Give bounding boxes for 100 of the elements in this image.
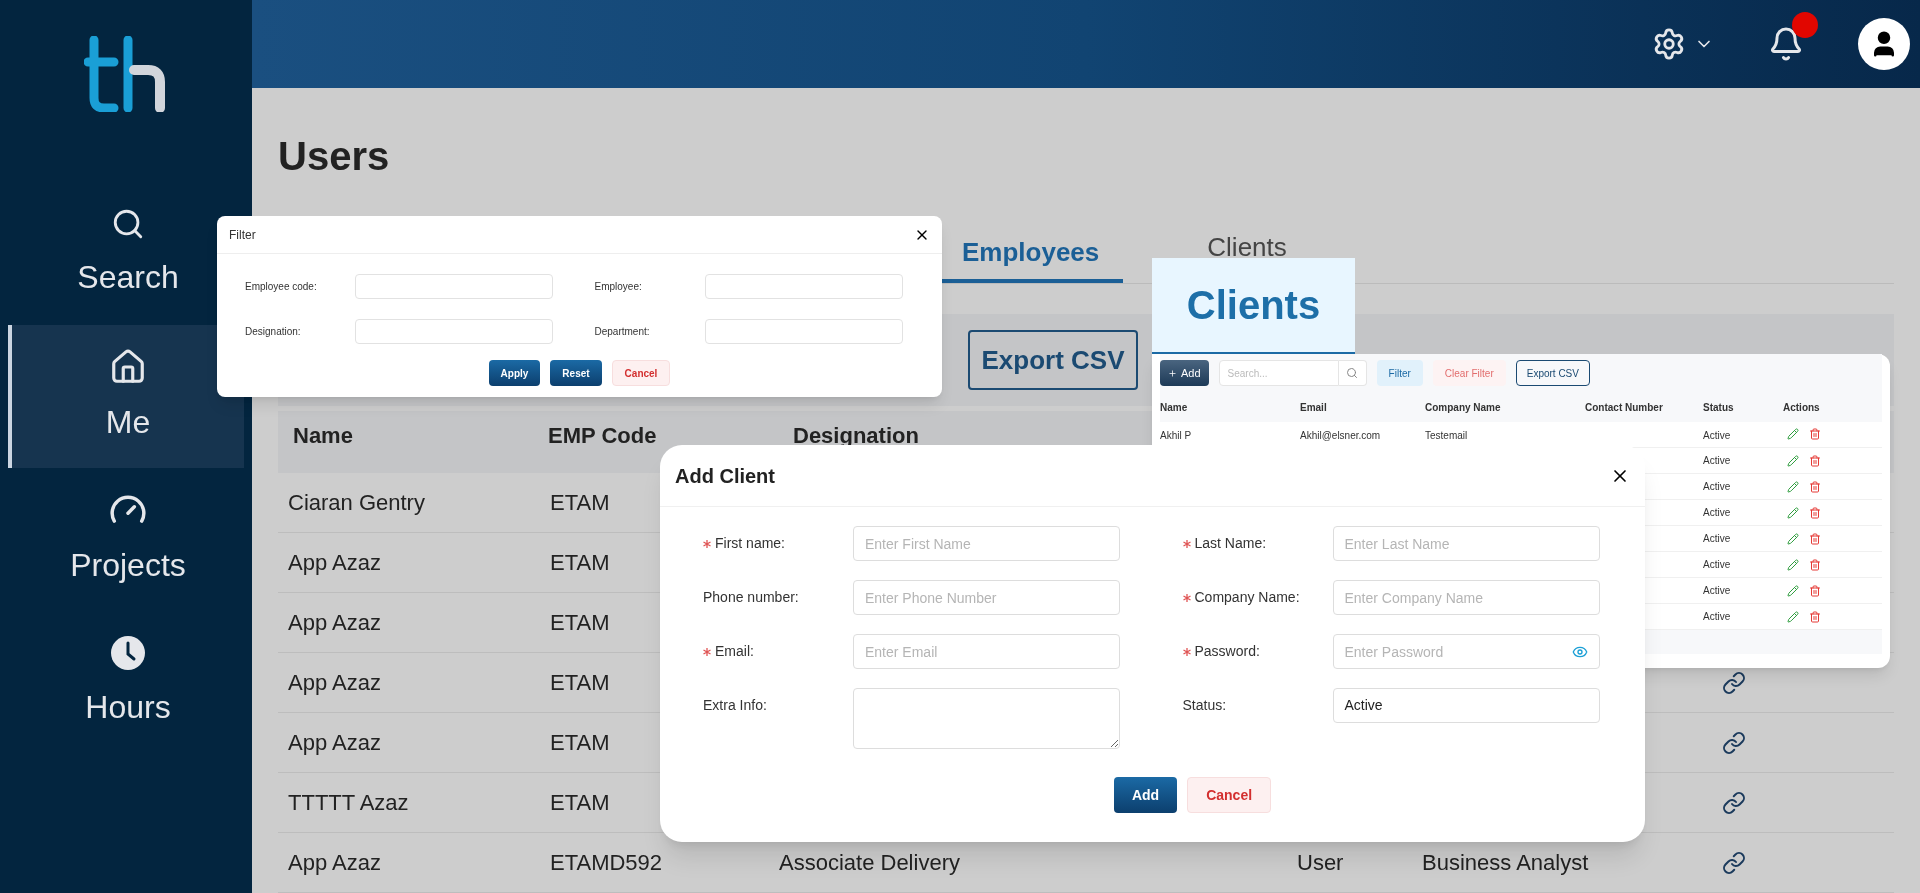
table-cell-text: ETAM xyxy=(549,789,611,817)
delete-icon[interactable] xyxy=(1809,584,1821,597)
delete-icon[interactable] xyxy=(1809,558,1821,571)
status-select[interactable]: Active xyxy=(1332,688,1600,723)
clients-heading: Clients xyxy=(1186,282,1321,329)
link-icon[interactable] xyxy=(1722,850,1746,875)
input-field[interactable] xyxy=(704,319,903,344)
input-field[interactable]: Enter Company Name xyxy=(1332,580,1600,615)
avatar-button[interactable] xyxy=(1858,18,1910,70)
table-cell-text: App Azaz xyxy=(287,669,382,697)
plus-icon xyxy=(1168,368,1177,378)
edit-icon[interactable] xyxy=(1787,454,1799,467)
edit-icon[interactable] xyxy=(1787,428,1799,440)
column-header: Actions xyxy=(1783,400,1821,415)
field-label: Employee: xyxy=(594,280,643,294)
search-button[interactable] xyxy=(1338,360,1367,386)
table-cell-text: ETAMD592 xyxy=(549,849,664,877)
table-cell-text: ETAM xyxy=(549,669,611,697)
nav-item[interactable]: Projects xyxy=(28,468,228,611)
nav-item[interactable]: Search xyxy=(28,182,228,325)
delete-icon[interactable] xyxy=(1809,454,1821,467)
dialog-button[interactable]: Reset xyxy=(550,360,602,386)
status-cell: Active xyxy=(1703,430,1731,441)
dialog-button[interactable]: Cancel xyxy=(1187,777,1272,813)
password-field[interactable]: Enter Password xyxy=(1332,634,1600,669)
status-cell: Active xyxy=(1703,611,1731,622)
add-button[interactable]: Add xyxy=(1160,360,1209,386)
column-header: Designation xyxy=(792,422,920,450)
edit-icon[interactable] xyxy=(1787,558,1799,571)
column-header: Name xyxy=(1160,400,1189,415)
field-label: First name: xyxy=(715,534,785,553)
dialog-button[interactable]: Apply xyxy=(488,360,541,386)
logo-icon xyxy=(84,36,168,112)
bell-icon xyxy=(1768,26,1804,62)
clock-icon xyxy=(110,634,146,671)
table-cell-text: ETAM xyxy=(549,489,611,517)
table-cell: Akhil@elsner.com xyxy=(1300,430,1381,441)
table-cell-text: ETAM xyxy=(549,609,611,637)
nav-item[interactable]: Me xyxy=(8,325,244,468)
input-field[interactable] xyxy=(704,274,903,299)
table-cell-text: App Azaz xyxy=(287,849,382,877)
column-header: Contact Number xyxy=(1585,400,1664,415)
table-cell: Testemail xyxy=(1425,430,1468,441)
export-csv-button[interactable]: Export CSV xyxy=(968,330,1138,390)
dialog-button[interactable]: Cancel xyxy=(611,360,671,386)
column-header: EMP Code xyxy=(547,422,658,450)
column-header: Name xyxy=(292,422,354,450)
edit-icon[interactable] xyxy=(1787,584,1799,597)
table-cell-text: Ciaran Gentry xyxy=(287,489,426,517)
input-field[interactable]: Enter Phone Number xyxy=(853,580,1120,615)
link-icon[interactable] xyxy=(1722,670,1746,695)
input-field[interactable]: Enter Email xyxy=(853,634,1120,669)
edit-icon[interactable] xyxy=(1787,532,1799,545)
field-label: Designation: xyxy=(245,325,302,339)
edit-icon[interactable] xyxy=(1787,480,1799,493)
filter-button[interactable]: Filter xyxy=(1376,360,1423,386)
table-cell-text: App Azaz xyxy=(287,729,382,757)
dialog-title: Add Client xyxy=(675,463,775,489)
table-cell: User xyxy=(1297,850,1344,875)
settings-icon xyxy=(1652,27,1686,61)
delete-icon[interactable] xyxy=(1809,480,1821,493)
eye-icon[interactable] xyxy=(1571,644,1588,660)
search-icon xyxy=(1346,367,1359,379)
table-cell-text: ETAM xyxy=(549,729,611,757)
export-csv-button[interactable]: Export CSV xyxy=(1515,360,1590,386)
nav-item[interactable]: Hours xyxy=(28,611,228,754)
delete-icon[interactable] xyxy=(1809,610,1821,623)
field-label: Company Name: xyxy=(1194,588,1300,607)
field-label: Extra Info: xyxy=(703,696,767,715)
table-cell: Associate Delivery xyxy=(779,850,960,875)
delete-icon[interactable] xyxy=(1809,428,1821,440)
field-label: Email: xyxy=(715,642,754,661)
delete-icon[interactable] xyxy=(1809,506,1821,519)
home-icon xyxy=(109,347,147,386)
dialog-button[interactable]: Add xyxy=(1113,777,1178,813)
search-field[interactable]: Search... xyxy=(1218,360,1339,386)
status-cell: Active xyxy=(1703,559,1731,570)
table-cell: Akhil P xyxy=(1160,430,1192,441)
field-label: Phone number: xyxy=(703,588,799,607)
status-cell: Active xyxy=(1703,507,1731,518)
link-icon[interactable] xyxy=(1722,790,1746,815)
table-cell-text: ETAM xyxy=(549,549,611,577)
column-header: Status xyxy=(1703,400,1735,415)
input-field[interactable]: Enter First Name xyxy=(853,526,1120,561)
edit-icon[interactable] xyxy=(1787,506,1799,519)
edit-icon[interactable] xyxy=(1787,610,1799,623)
dialog-title: Filter xyxy=(229,226,256,244)
table-cell: Business Analyst xyxy=(1422,850,1589,875)
status-cell: Active xyxy=(1703,533,1731,544)
table-cell-text: App Azaz xyxy=(287,609,382,637)
delete-icon[interactable] xyxy=(1809,532,1821,545)
status-cell: Active xyxy=(1703,481,1731,492)
input-field[interactable]: Enter Last Name xyxy=(1332,526,1600,561)
field-label: Status: xyxy=(1182,696,1227,715)
input-field[interactable] xyxy=(355,274,553,299)
column-header: Company Name xyxy=(1425,400,1502,415)
link-icon[interactable] xyxy=(1722,730,1746,755)
tab[interactable]: Clients xyxy=(1183,226,1311,260)
field-label: Department: xyxy=(594,325,651,339)
input-field[interactable] xyxy=(355,319,553,344)
